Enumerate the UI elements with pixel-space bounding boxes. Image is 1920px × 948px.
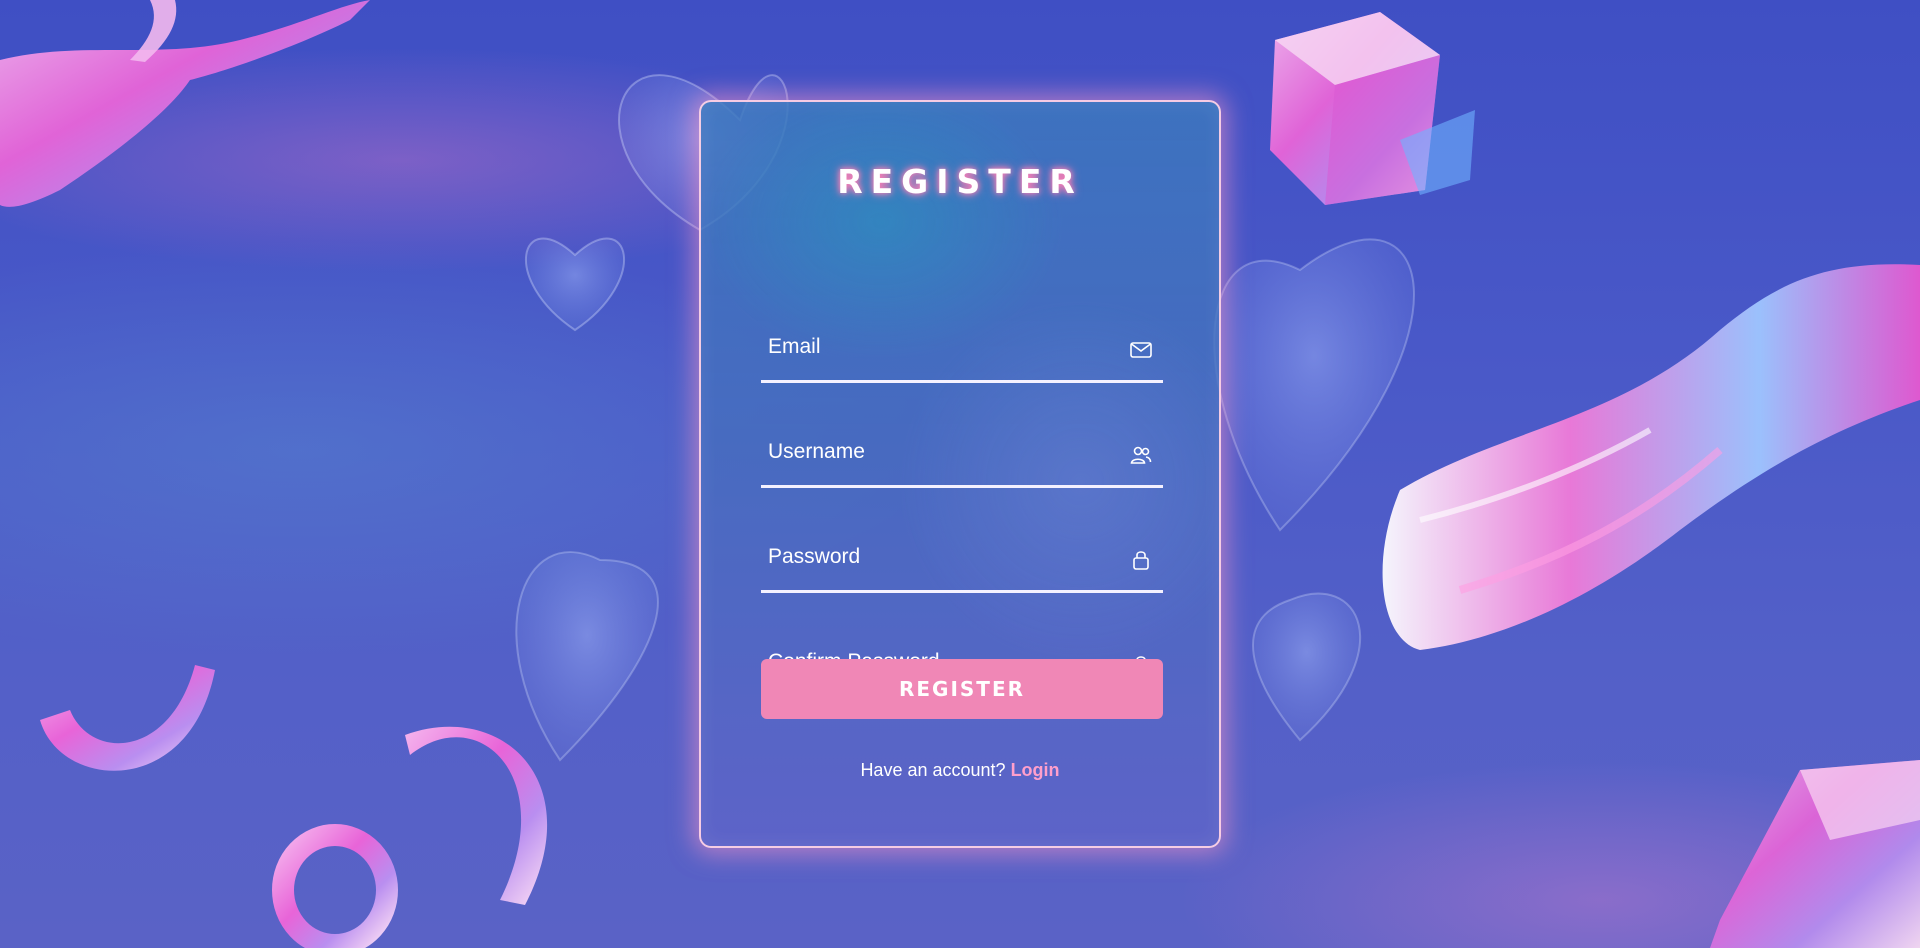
ring-shape xyxy=(272,824,398,948)
password-input[interactable] xyxy=(761,530,1108,584)
heart-shape xyxy=(525,237,625,332)
email-field xyxy=(761,320,1163,383)
login-link[interactable]: Login xyxy=(1011,760,1060,780)
arc-shape xyxy=(405,726,548,905)
email-input[interactable] xyxy=(761,320,1108,374)
register-title: REGISTER xyxy=(837,162,1083,201)
heart-shape xyxy=(1252,592,1362,742)
username-input[interactable] xyxy=(761,425,1108,479)
arc-shape xyxy=(40,665,215,771)
glass-cube-shape xyxy=(1710,760,1920,948)
heart-shape xyxy=(515,551,659,762)
envelope-icon xyxy=(1130,342,1152,358)
have-account-text: Have an account? xyxy=(860,760,1006,780)
register-button[interactable]: REGISTER xyxy=(761,659,1163,719)
lock-icon xyxy=(1133,551,1149,570)
register-card: REGISTER REGISTER Have an a xyxy=(699,100,1221,848)
liquid-swirl-shape xyxy=(0,0,370,207)
username-field xyxy=(761,425,1163,488)
heart-shape xyxy=(1213,238,1415,532)
users-icon xyxy=(1130,446,1152,464)
glass-cube-shape xyxy=(1270,12,1475,205)
password-field xyxy=(761,530,1163,593)
login-prompt: Have an account? Login xyxy=(701,760,1219,781)
